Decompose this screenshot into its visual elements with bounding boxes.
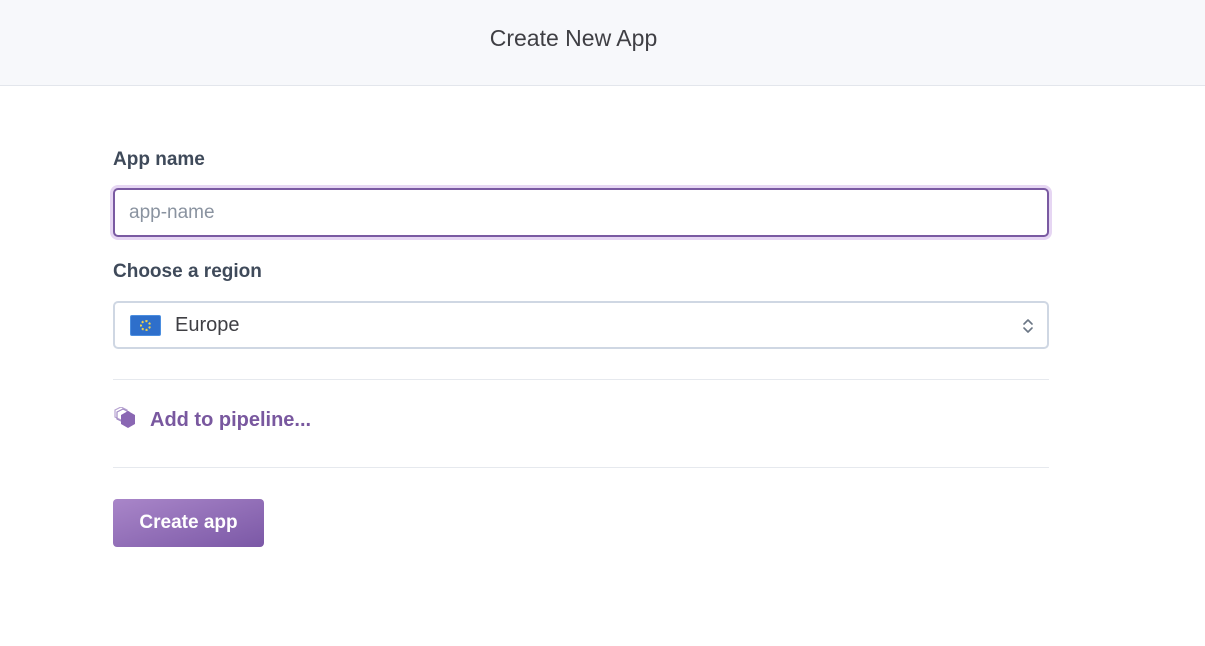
pipeline-hexagon-icon <box>114 407 135 428</box>
divider <box>113 379 1049 380</box>
divider <box>113 467 1049 468</box>
page-header: Create New App <box>0 0 1205 86</box>
app-name-label: App name <box>113 149 205 170</box>
region-label: Choose a region <box>113 261 262 282</box>
add-to-pipeline-link[interactable]: Add to pipeline... <box>113 407 311 433</box>
region-selected-value: Europe <box>175 313 240 336</box>
page-title: Create New App <box>489 25 658 51</box>
region-select[interactable]: Europe <box>113 301 1049 349</box>
add-to-pipeline-label: Add to pipeline... <box>150 408 312 431</box>
eu-flag-icon <box>130 314 161 336</box>
create-app-button[interactable]: Create app <box>113 499 264 547</box>
app-name-input[interactable] <box>113 188 1049 237</box>
select-chevrons-icon <box>1023 319 1033 333</box>
